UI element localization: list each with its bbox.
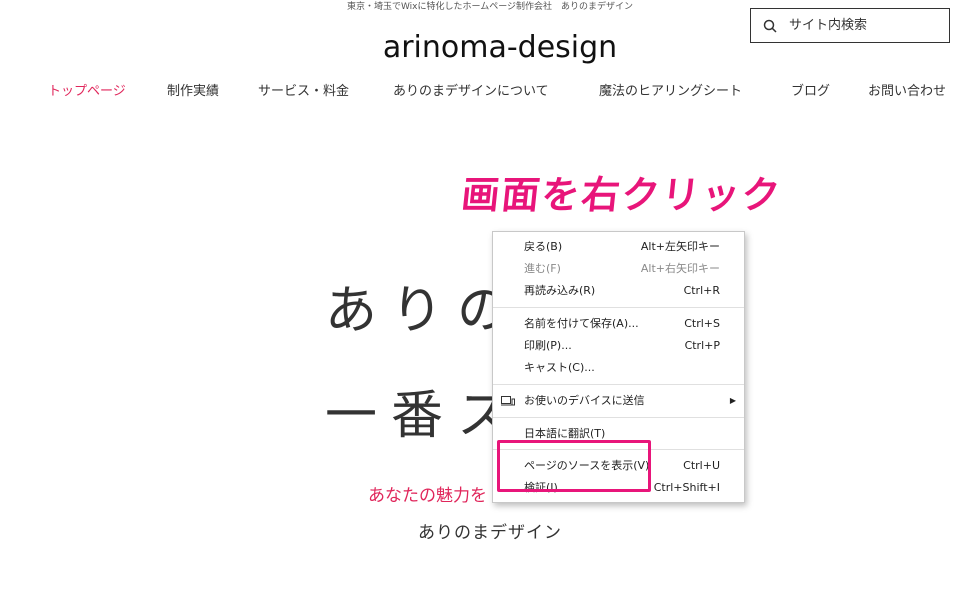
- nav-item-top[interactable]: トップページ: [48, 80, 126, 99]
- hero-brand: ありのまデザイン: [418, 523, 562, 543]
- annotation-text: 画面を右クリック: [459, 173, 784, 217]
- menu-item-label: 印刷(P)...: [524, 339, 572, 352]
- main-nav: トップページ 制作実績 サービス・料金 ありのまデザインについて 魔法のヒアリン…: [0, 80, 980, 100]
- menu-item-label: 再読み込み(R): [524, 284, 596, 297]
- menu-item-shortcut: Ctrl+U: [683, 459, 720, 472]
- menu-item-shortcut: Ctrl+P: [684, 339, 720, 352]
- search-box[interactable]: [750, 8, 950, 43]
- menu-item-back[interactable]: 戻る(B) Alt+左矢印キー: [493, 237, 744, 257]
- menu-item-shortcut: Alt+右矢印キー: [640, 262, 720, 275]
- menu-item-shortcut: Ctrl+R: [683, 284, 720, 297]
- nav-item-hearing-sheet[interactable]: 魔法のヒアリングシート: [599, 80, 742, 99]
- menu-separator: [493, 307, 744, 308]
- nav-item-blog[interactable]: ブログ: [791, 80, 830, 99]
- submenu-arrow-icon: ▶: [729, 396, 736, 405]
- menu-item-cast[interactable]: キャスト(C)...: [493, 358, 744, 378]
- search-input[interactable]: [787, 17, 941, 34]
- menu-item-shortcut: Ctrl+Shift+I: [653, 481, 720, 494]
- menu-item-label: 進む(F): [524, 262, 561, 275]
- nav-item-works[interactable]: 制作実績: [167, 80, 219, 99]
- nav-item-about[interactable]: ありのまデザインについて: [393, 80, 549, 99]
- annotation-highlight-box: [497, 440, 651, 492]
- menu-item-reload[interactable]: 再読み込み(R) Ctrl+R: [493, 281, 744, 301]
- menu-item-label: キャスト(C)...: [524, 361, 595, 374]
- search-icon: [763, 19, 777, 33]
- menu-item-forward[interactable]: 進む(F) Alt+右矢印キー: [493, 259, 744, 279]
- menu-item-label: 名前を付けて保存(A)...: [524, 317, 639, 330]
- menu-item-shortcut: Ctrl+S: [684, 317, 720, 330]
- menu-separator: [493, 384, 744, 385]
- menu-item-label: お使いのデバイスに送信: [524, 394, 645, 407]
- menu-item-save-as[interactable]: 名前を付けて保存(A)... Ctrl+S: [493, 314, 744, 334]
- menu-item-send-to-device[interactable]: お使いのデバイスに送信 ▶: [493, 391, 744, 411]
- menu-item-label: 戻る(B): [524, 240, 563, 253]
- menu-item-print[interactable]: 印刷(P)... Ctrl+P: [493, 336, 744, 356]
- hero-tagline: あなたの魅力を: [368, 486, 487, 506]
- menu-separator: [493, 417, 744, 418]
- nav-item-services[interactable]: サービス・料金: [258, 80, 349, 99]
- devices-icon: [501, 396, 515, 406]
- menu-item-shortcut: Alt+左矢印キー: [640, 240, 720, 253]
- nav-item-contact[interactable]: お問い合わせ: [868, 80, 946, 99]
